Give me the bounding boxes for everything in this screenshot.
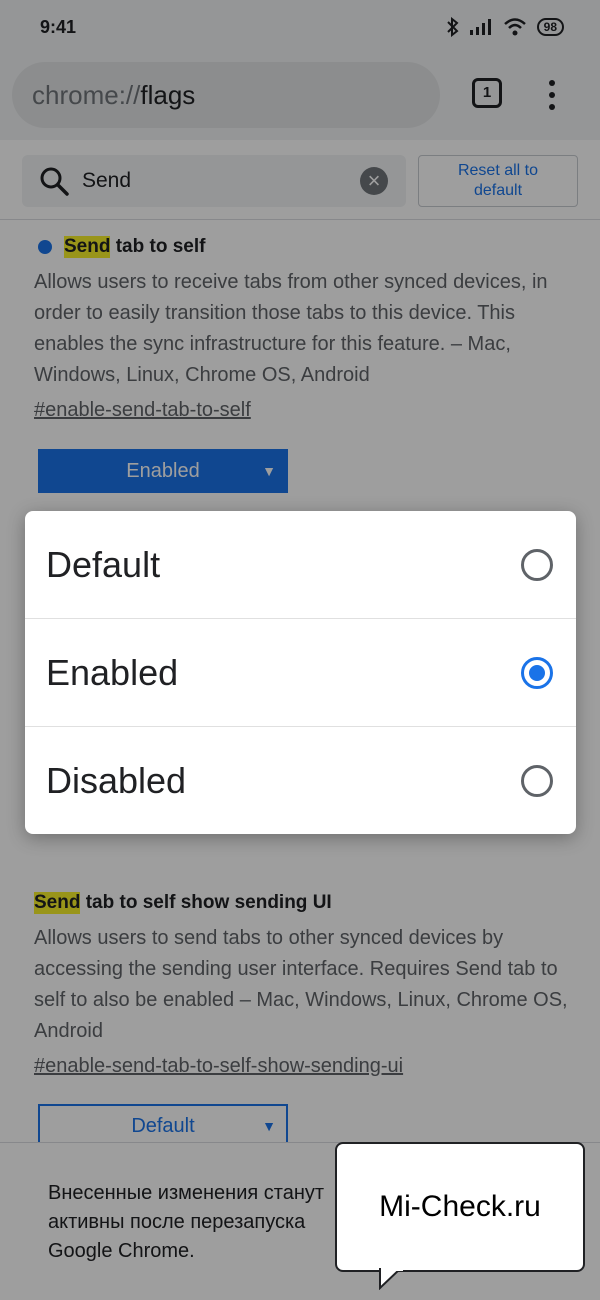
option-disabled[interactable]: Disabled: [25, 727, 576, 834]
watermark-text: Mi-Check.ru: [379, 1190, 541, 1223]
option-label: Disabled: [46, 760, 187, 801]
watermark-callout: Mi-Check.ru: [335, 1142, 585, 1272]
option-default[interactable]: Default: [25, 511, 576, 619]
radio-checked-icon[interactable]: [521, 657, 553, 689]
option-label: Enabled: [46, 652, 179, 693]
select-options-dialog: Default Enabled Disabled: [25, 511, 576, 834]
radio-unchecked-icon[interactable]: [521, 765, 553, 797]
option-label: Default: [46, 544, 161, 585]
radio-unchecked-icon[interactable]: [521, 549, 553, 581]
option-enabled[interactable]: Enabled: [25, 619, 576, 727]
callout-tail-icon: [379, 1268, 403, 1290]
